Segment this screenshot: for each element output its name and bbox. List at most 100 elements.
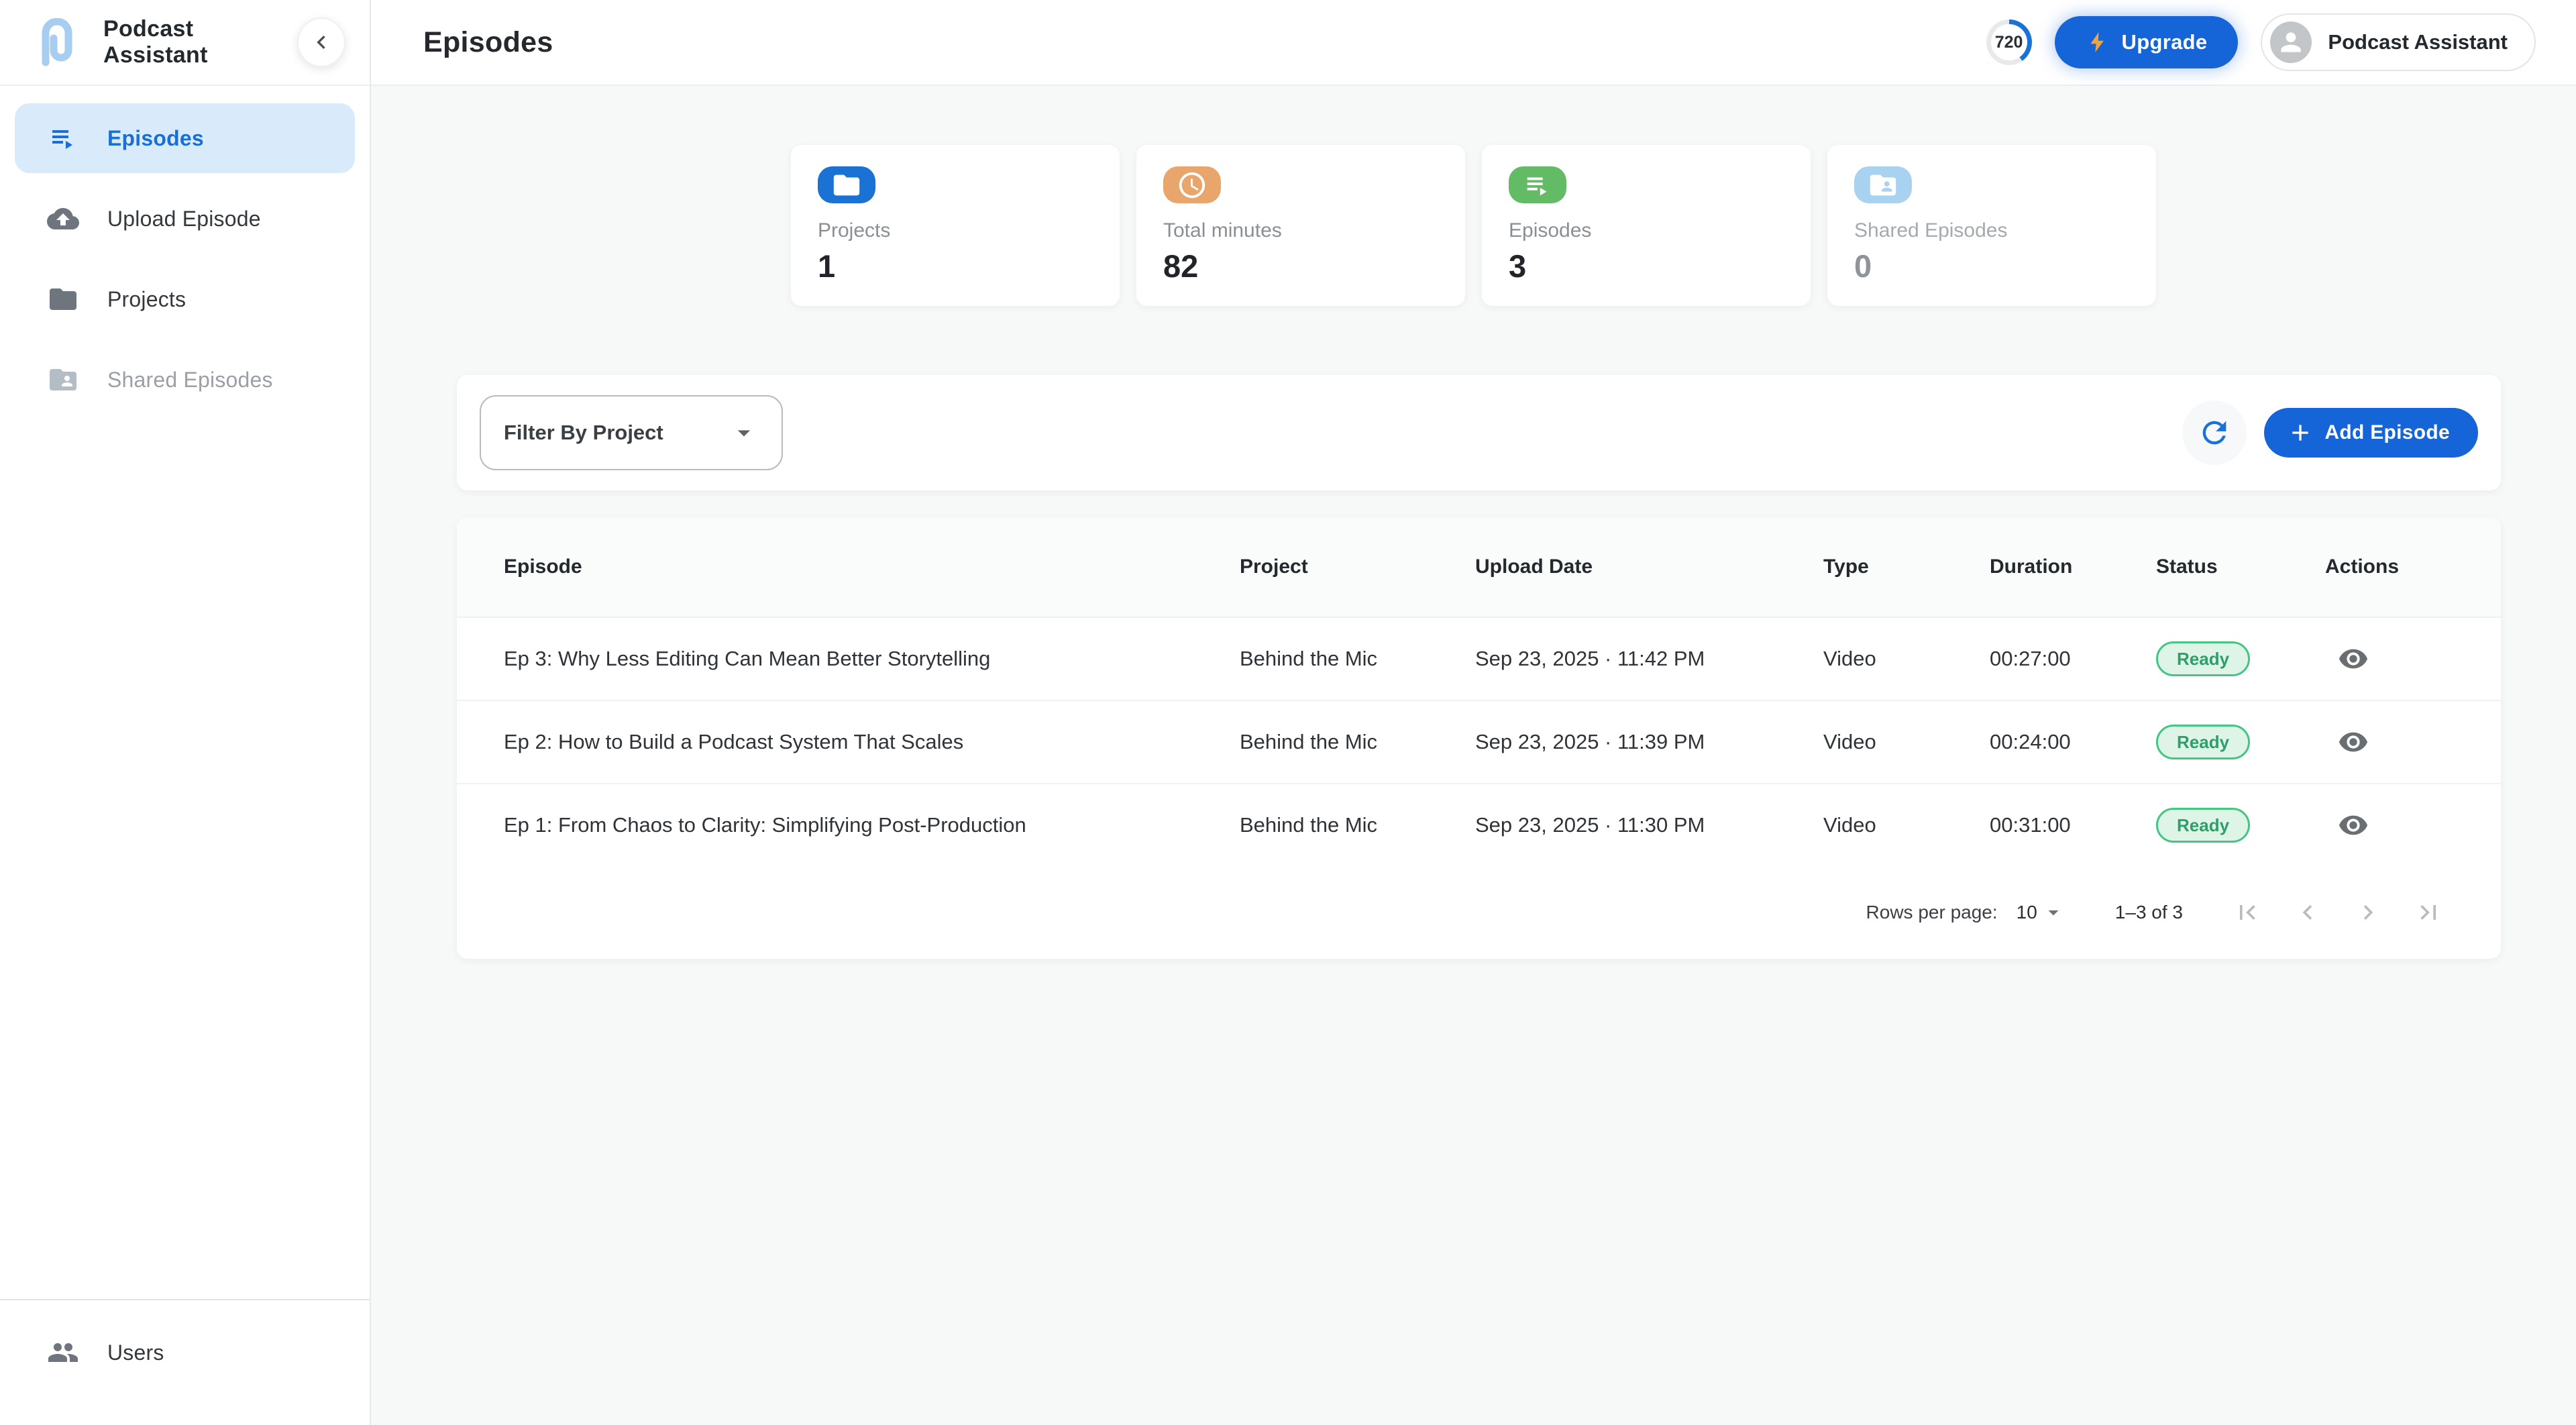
eye-icon bbox=[2338, 643, 2369, 674]
playlist-play-icon bbox=[47, 122, 79, 154]
status-badge: Ready bbox=[2156, 808, 2250, 843]
stat-value: 82 bbox=[1163, 248, 1438, 284]
stat-label: Episodes bbox=[1509, 219, 1784, 242]
cell-upload-date: Sep 23, 2025 · 11:30 PM bbox=[1475, 813, 1823, 837]
cell-episode: Ep 2: How to Build a Podcast System That… bbox=[504, 730, 1240, 754]
credits-value: 720 bbox=[1991, 24, 2027, 60]
filter-by-project-select[interactable]: Filter By Project bbox=[480, 395, 783, 470]
folder-icon bbox=[818, 166, 875, 203]
folder-icon bbox=[47, 283, 79, 315]
content: Projects 1 Total minutes 82 Episodes 3 bbox=[371, 86, 2576, 1425]
account-menu-button[interactable]: Podcast Assistant bbox=[2261, 13, 2536, 71]
sidebar-item-users[interactable]: Users bbox=[15, 1318, 355, 1387]
column-header-duration: Duration bbox=[1990, 556, 2156, 578]
cell-duration: 00:27:00 bbox=[1990, 647, 2156, 671]
sidebar-item-label: Users bbox=[107, 1340, 164, 1365]
cell-episode: Ep 1: From Chaos to Clarity: Simplifying… bbox=[504, 813, 1240, 837]
add-episode-label: Add Episode bbox=[2324, 421, 2450, 444]
upgrade-label: Upgrade bbox=[2122, 30, 2208, 54]
app-title: Podcast Assistant bbox=[103, 16, 297, 68]
stats-row: Projects 1 Total minutes 82 Episodes 3 bbox=[371, 145, 2576, 306]
cell-upload-date: Sep 23, 2025 · 11:39 PM bbox=[1475, 730, 1823, 754]
sidebar-header: Podcast Assistant bbox=[0, 0, 370, 86]
last-page-button[interactable] bbox=[2403, 887, 2454, 938]
stat-card-projects: Projects 1 bbox=[791, 145, 1120, 306]
plus-icon bbox=[2287, 419, 2314, 446]
sidebar-collapse-button[interactable] bbox=[297, 17, 345, 67]
column-header-type: Type bbox=[1823, 556, 1990, 578]
folder-shared-icon bbox=[47, 364, 79, 396]
stat-label: Shared Episodes bbox=[1854, 219, 2129, 242]
caret-down-icon bbox=[729, 418, 759, 447]
filter-select-label: Filter By Project bbox=[504, 421, 663, 445]
cell-upload-date: Sep 23, 2025 · 11:42 PM bbox=[1475, 647, 1823, 671]
account-label: Podcast Assistant bbox=[2328, 30, 2508, 54]
next-page-button[interactable] bbox=[2343, 887, 2394, 938]
table-pagination: Rows per page: 10 1–3 of 3 bbox=[457, 866, 2501, 959]
sidebar-item-episodes[interactable]: Episodes bbox=[15, 103, 355, 173]
upgrade-button[interactable]: Upgrade bbox=[2055, 16, 2239, 68]
last-page-icon bbox=[2414, 898, 2443, 927]
view-episode-button[interactable] bbox=[2329, 635, 2377, 683]
status-badge: Ready bbox=[2156, 641, 2250, 676]
episodes-table: Episode Project Upload Date Type Duratio… bbox=[457, 517, 2501, 959]
sidebar-item-upload-episode[interactable]: Upload Episode bbox=[15, 184, 355, 254]
column-header-project: Project bbox=[1240, 556, 1475, 578]
playlist-play-icon bbox=[1509, 166, 1566, 203]
view-episode-button[interactable] bbox=[2329, 718, 2377, 766]
previous-page-button[interactable] bbox=[2282, 887, 2333, 938]
cell-project: Behind the Mic bbox=[1240, 647, 1475, 671]
stat-value: 1 bbox=[818, 248, 1093, 284]
chevron-right-icon bbox=[2353, 898, 2383, 927]
cloud-upload-icon bbox=[47, 203, 79, 235]
chevron-left-icon bbox=[308, 29, 335, 56]
table-row: Ep 1: From Chaos to Clarity: Simplifying… bbox=[457, 783, 2501, 866]
sidebar-item-label: Shared Episodes bbox=[107, 368, 273, 392]
view-episode-button[interactable] bbox=[2329, 801, 2377, 849]
stat-label: Total minutes bbox=[1163, 219, 1438, 242]
table-header-row: Episode Project Upload Date Type Duratio… bbox=[457, 517, 2501, 617]
cell-duration: 00:24:00 bbox=[1990, 730, 2156, 754]
cell-episode: Ep 3: Why Less Editing Can Mean Better S… bbox=[504, 647, 1240, 671]
column-header-upload-date: Upload Date bbox=[1475, 556, 1823, 578]
add-episode-button[interactable]: Add Episode bbox=[2264, 408, 2478, 458]
lightning-bolt-icon bbox=[2086, 30, 2110, 54]
rows-per-page-select[interactable]: 10 bbox=[2017, 900, 2065, 925]
refresh-icon bbox=[2197, 415, 2232, 450]
cell-type: Video bbox=[1823, 730, 1990, 754]
column-header-actions: Actions bbox=[2325, 556, 2454, 578]
table-row: Ep 3: Why Less Editing Can Mean Better S… bbox=[457, 617, 2501, 700]
stat-card-shared-episodes: Shared Episodes 0 bbox=[1827, 145, 2156, 306]
refresh-button[interactable] bbox=[2182, 401, 2247, 465]
top-bar: Episodes 720 Upgrade Podcast Assistant bbox=[371, 0, 2576, 86]
rows-per-page-label: Rows per page: bbox=[1866, 902, 1998, 923]
toolbar-card: Filter By Project Add Episode bbox=[457, 375, 2501, 490]
page-title: Episodes bbox=[423, 26, 553, 59]
main-area: Episodes 720 Upgrade Podcast Assistant bbox=[371, 0, 2576, 1425]
stat-value: 0 bbox=[1854, 248, 2129, 284]
pagination-range-label: 1–3 of 3 bbox=[2115, 902, 2183, 923]
sidebar-footer: Users bbox=[0, 1299, 370, 1425]
cell-project: Behind the Mic bbox=[1240, 730, 1475, 754]
sidebar-item-shared-episodes[interactable]: Shared Episodes bbox=[15, 345, 355, 415]
avatar bbox=[2270, 21, 2312, 63]
sidebar-item-projects[interactable]: Projects bbox=[15, 264, 355, 334]
first-page-button[interactable] bbox=[2222, 887, 2273, 938]
topbar-actions: 720 Upgrade Podcast Assistant bbox=[1986, 13, 2536, 71]
stat-card-episodes: Episodes 3 bbox=[1482, 145, 1811, 306]
sidebar-item-label: Projects bbox=[107, 287, 186, 312]
clock-icon bbox=[1163, 166, 1221, 203]
caret-down-icon bbox=[2041, 900, 2065, 925]
users-icon bbox=[47, 1336, 79, 1369]
sidebar-item-label: Episodes bbox=[107, 126, 204, 151]
table-row: Ep 2: How to Build a Podcast System That… bbox=[457, 700, 2501, 783]
sidebar-nav: Episodes Upload Episode Projects Shared … bbox=[0, 86, 370, 443]
cell-duration: 00:31:00 bbox=[1990, 813, 2156, 837]
app-logo-icon bbox=[38, 18, 76, 66]
eye-icon bbox=[2338, 727, 2369, 757]
folder-shared-icon bbox=[1854, 166, 1912, 203]
stat-value: 3 bbox=[1509, 248, 1784, 284]
stat-label: Projects bbox=[818, 219, 1093, 242]
cell-project: Behind the Mic bbox=[1240, 813, 1475, 837]
credits-progress-ring: 720 bbox=[1986, 19, 2032, 65]
